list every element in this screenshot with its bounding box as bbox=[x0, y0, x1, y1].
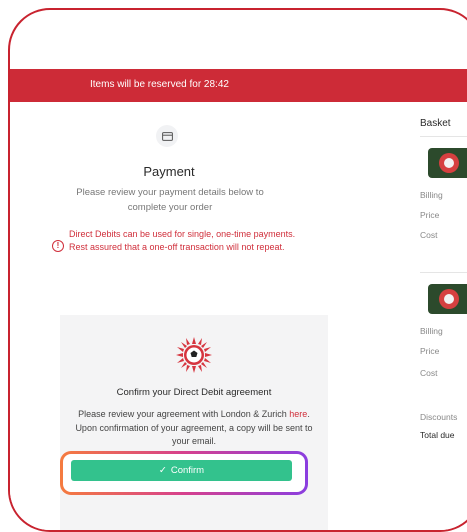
warning-text: Direct Debits can be used for single, on… bbox=[69, 229, 296, 252]
agreement-text-before: Please review your agreement with London… bbox=[78, 409, 287, 419]
divider bbox=[420, 272, 467, 273]
basket-item-cost-label: Cost bbox=[420, 368, 438, 378]
credit-card-icon bbox=[156, 125, 178, 147]
agreement-link[interactable]: here bbox=[289, 409, 307, 419]
info-icon: ! bbox=[52, 240, 64, 252]
discounts-label: Discounts bbox=[420, 412, 458, 422]
payment-title: Payment bbox=[143, 164, 195, 179]
confirm-button[interactable]: ✓ Confirm bbox=[71, 460, 292, 481]
basket-item-price-label: Price bbox=[420, 210, 440, 220]
football-club-logo bbox=[176, 337, 212, 373]
agreement-title: Confirm your Direct Debit agreement bbox=[116, 387, 272, 398]
confirm-highlight: ✓ Confirm bbox=[60, 451, 308, 495]
divider bbox=[420, 136, 467, 137]
agreement-text: Please review your agreement with London… bbox=[72, 408, 316, 449]
basket-item-billing-label: Billing bbox=[420, 190, 443, 200]
agreement-card: Confirm your Direct Debit agreement Plea… bbox=[60, 315, 328, 530]
basket-title: Basket bbox=[420, 118, 451, 129]
basket-item-thumbnail bbox=[428, 284, 467, 314]
football-icon bbox=[439, 153, 459, 173]
total-due-label: Total due bbox=[420, 430, 455, 440]
basket-item-cost-label: Cost bbox=[420, 230, 438, 240]
confirm-button-label: Confirm bbox=[170, 465, 205, 476]
payment-subtitle: Please review your payment details below… bbox=[76, 187, 264, 213]
basket-item-billing-label: Billing bbox=[420, 326, 443, 336]
check-icon: ✓ bbox=[158, 465, 167, 476]
reservation-timer-text: Items will be reserved for 28:42 bbox=[90, 79, 229, 90]
basket-panel: Basket Billing Price Cost Billing Price … bbox=[410, 102, 467, 530]
basket-item-thumbnail bbox=[428, 148, 467, 178]
football-icon bbox=[439, 289, 459, 309]
reservation-banner: Items will be reserved for 28:42 bbox=[10, 69, 467, 102]
basket-item-price-label: Price bbox=[420, 346, 440, 356]
